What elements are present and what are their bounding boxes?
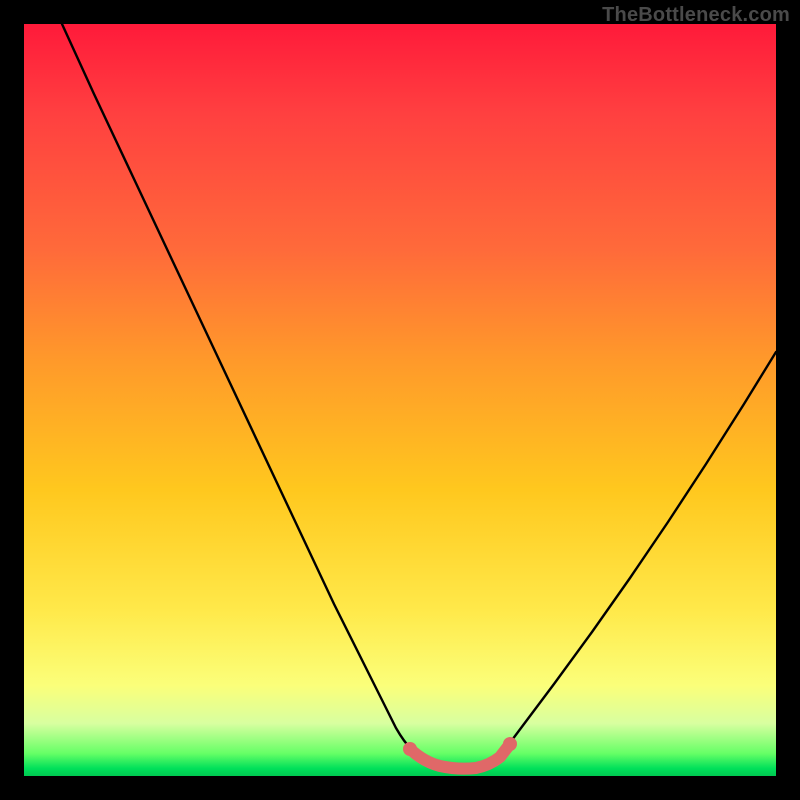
curve-layer [24, 24, 776, 776]
chart-frame [24, 24, 776, 776]
optimal-segment-start-dot [403, 742, 417, 756]
optimal-segment [410, 744, 510, 769]
plot-area [24, 24, 776, 776]
optimal-segment-end-dot [503, 737, 517, 751]
bottleneck-curve [62, 24, 776, 767]
watermark-text: TheBottleneck.com [602, 4, 790, 27]
